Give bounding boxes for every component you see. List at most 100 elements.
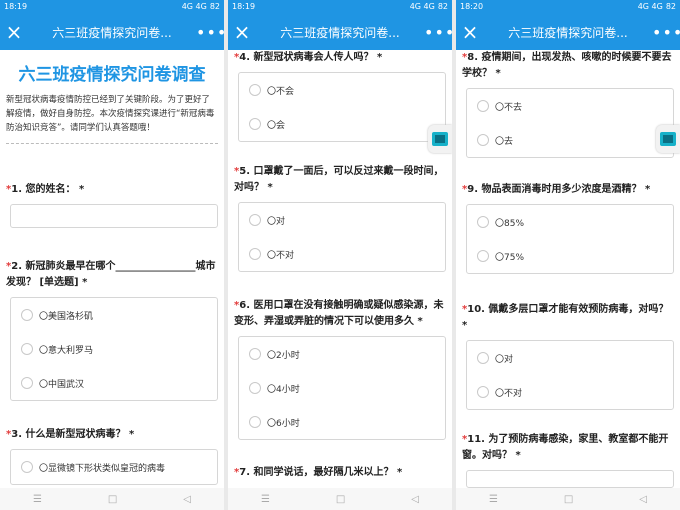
radio-icon[interactable] [477, 250, 489, 262]
survey-content[interactable]: *8. 疫情期间，出现发热、咳嗽的时候要不要去学校？ * 〇不去 〇去 *9. … [456, 50, 680, 488]
option-label: 〇显微镜下形状类似皇冠的病毒 [39, 463, 166, 474]
question-text: 7. 和同学说话，最好隔几米以上？ [239, 467, 394, 478]
option-label: 〇6小时 [267, 418, 300, 429]
question-1: *1. 您的姓名： * [0, 182, 224, 228]
more-icon[interactable]: ••• [424, 23, 452, 42]
radio-option[interactable]: 〇85% [467, 205, 673, 239]
option-label: 〇意大利罗马 [39, 345, 94, 356]
radio-icon[interactable] [249, 382, 261, 394]
back-icon[interactable]: ◁ [639, 494, 647, 505]
floating-tool-button[interactable] [428, 125, 452, 153]
options-box: 〇不会 〇会 [238, 72, 446, 142]
option-label: 〇不对 [267, 250, 295, 261]
radio-icon[interactable] [477, 216, 489, 228]
survey-description: 新型冠状病毒疫情防控已经到了关键阶段。为了更好了解疫情，做好自身防控。本次疫情探… [6, 95, 215, 133]
option-label: 〇85% [495, 218, 525, 229]
radio-option[interactable]: 〇对 [467, 341, 673, 375]
options-box: 〇对 〇不对 [466, 340, 674, 410]
survey-heading: 六三班疫情探究问卷调查 [18, 65, 206, 85]
radio-icon[interactable] [249, 248, 261, 260]
radio-option[interactable]: 〇会 [239, 107, 445, 141]
radio-option[interactable]: 〇75% [467, 239, 673, 273]
options-box: 〇对 〇不对 [238, 202, 446, 272]
radio-icon[interactable] [21, 377, 33, 389]
radio-option[interactable]: 〇不对 [467, 375, 673, 409]
signal-icon: 4G 4G [409, 2, 435, 11]
title-bar: × 六三班疫情探究问卷... ••• [0, 14, 224, 50]
radio-option[interactable]: 〇不会 [239, 73, 445, 107]
close-icon[interactable]: × [0, 14, 28, 50]
title-bar: × 六三班疫情探究问卷... ••• [456, 14, 680, 50]
more-icon[interactable]: ••• [196, 23, 224, 42]
radio-option[interactable]: 〇美国洛杉矶 [11, 298, 217, 332]
radio-icon[interactable] [249, 84, 261, 96]
menu-icon[interactable]: ☰ [489, 494, 498, 505]
options-box: 〇2小时 〇4小时 〇6小时 [238, 336, 446, 440]
menu-icon[interactable]: ☰ [261, 494, 270, 505]
back-icon[interactable]: ◁ [411, 494, 419, 505]
radio-option[interactable]: 〇6小时 [239, 405, 445, 439]
signal-icon: 4G 4G [181, 2, 207, 11]
page-title: 六三班疫情探究问卷... [508, 25, 628, 40]
option-label: 〇对 [267, 216, 286, 227]
back-icon[interactable]: ◁ [183, 494, 191, 505]
options-box: 〇美国洛杉矶 〇意大利罗马 〇中国武汉 [10, 297, 218, 401]
floating-tool-icon [432, 132, 448, 146]
survey-content[interactable]: *4. 新型冠状病毒会人传人吗？ * 〇不会 〇会 *5. 口罩戴了一面后，可以… [228, 50, 452, 488]
option-label: 〇不去 [495, 102, 523, 113]
question-8: *8. 疫情期间，出现发热、咳嗽的时候要不要去学校？ * 〇不去 〇去 [456, 50, 680, 158]
radio-option[interactable]: 〇中国武汉 [11, 366, 217, 400]
radio-icon[interactable] [21, 461, 33, 473]
radio-option[interactable]: 〇意大利罗马 [11, 332, 217, 366]
question-6: *6. 医用口罩在没有接触明确或疑似感染源，未变形、弄湿或弄脏的情况下可以使用多… [228, 298, 452, 440]
name-input[interactable] [10, 204, 218, 228]
radio-icon[interactable] [249, 214, 261, 226]
radio-icon[interactable] [477, 100, 489, 112]
question-text: 10. 佩戴多层口罩才能有效预防病毒，对吗？ [467, 304, 669, 315]
home-icon[interactable]: □ [108, 494, 117, 505]
question-text: 3. 什么是新型冠状病毒？ [11, 429, 126, 440]
close-icon[interactable]: × [228, 14, 256, 50]
floating-tool-button[interactable] [656, 125, 680, 153]
radio-icon[interactable] [21, 309, 33, 321]
system-nav-bar: ☰ □ ◁ [456, 488, 680, 510]
radio-option[interactable]: 〇4小时 [239, 371, 445, 405]
question-9: *9. 物品表面消毒时用多少浓度是酒精？ * 〇85% 〇75% [456, 182, 680, 274]
radio-icon[interactable] [477, 134, 489, 146]
question-text: 9. 物品表面消毒时用多少浓度是酒精？ [467, 184, 642, 195]
radio-icon[interactable] [477, 352, 489, 364]
battery-icon: 82 [437, 2, 448, 11]
status-time: 18:19 [4, 2, 28, 11]
radio-option[interactable]: 〇去 [467, 123, 673, 157]
menu-icon[interactable]: ☰ [33, 494, 42, 505]
radio-option[interactable]: 〇显微镜下形状类似皇冠的病毒 [11, 450, 217, 484]
question-3: *3. 什么是新型冠状病毒？ * 〇显微镜下形状类似皇冠的病毒 [0, 427, 224, 485]
option-label: 〇中国武汉 [39, 379, 85, 390]
battery-icon: 82 [665, 2, 676, 11]
home-icon[interactable]: □ [336, 494, 345, 505]
radio-option[interactable]: 〇不对 [239, 237, 445, 271]
home-icon[interactable]: □ [564, 494, 573, 505]
radio-icon[interactable] [21, 343, 33, 355]
page-title: 六三班疫情探究问卷... [52, 25, 172, 40]
page-title: 六三班疫情探究问卷... [280, 25, 400, 40]
survey-content[interactable]: 六三班疫情探究问卷调查 新型冠状病毒疫情防控已经到了关键阶段。为了更好了解疫情，… [0, 50, 224, 488]
question-text: 11. 为了预防病毒感染，家里、教室都不能开窗。对吗？ [462, 434, 669, 461]
radio-icon[interactable] [249, 416, 261, 428]
system-nav-bar: ☰ □ ◁ [0, 488, 224, 510]
divider [6, 143, 218, 144]
close-icon[interactable]: × [456, 14, 484, 50]
radio-icon[interactable] [249, 348, 261, 360]
phone-screen-3: 18:20 4G 4G82 × 六三班疫情探究问卷... ••• *8. 疫情期… [456, 0, 680, 510]
question-text: 6. 医用口罩在没有接触明确或疑似感染源，未变形、弄湿或弄脏的情况下可以使用多久 [234, 300, 444, 327]
more-icon[interactable]: ••• [652, 23, 680, 42]
radio-option[interactable]: 〇不去 [467, 89, 673, 123]
radio-icon[interactable] [477, 386, 489, 398]
radio-option[interactable]: 〇对 [239, 203, 445, 237]
status-bar: 18:19 4G 4G 82 [228, 0, 452, 14]
radio-option[interactable]: 〇2小时 [239, 337, 445, 371]
title-bar: × 六三班疫情探究问卷... ••• [228, 14, 452, 50]
phone-screen-1: 18:19 4G 4G82 × 六三班疫情探究问卷... ••• 六三班疫情探究… [0, 0, 224, 510]
option-label: 〇75% [495, 252, 525, 263]
radio-icon[interactable] [249, 118, 261, 130]
